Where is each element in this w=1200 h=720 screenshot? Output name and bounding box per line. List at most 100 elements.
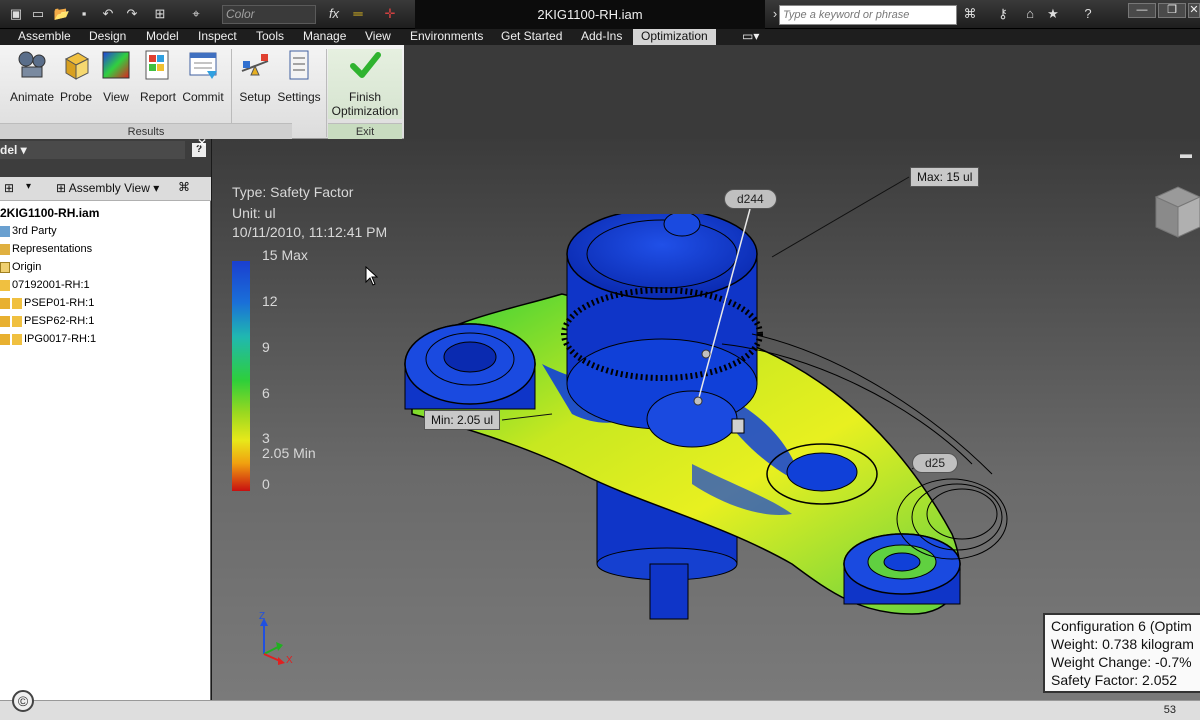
browser-title[interactable]: del ▾ — [0, 141, 185, 159]
document-title: 2KIG1100-RH.iam — [415, 0, 765, 29]
tab-get-started[interactable]: Get Started — [501, 29, 562, 45]
model-browser: del ▾ ? ✕ ⊞ ▾ ⊞ Assembly View ▾ ⌘ 2KIG11… — [0, 136, 211, 700]
probe-button[interactable]: Probe — [58, 49, 94, 119]
part-icon — [0, 279, 10, 291]
commit-button[interactable]: Commit — [180, 49, 226, 119]
help-icon[interactable]: ? — [1078, 5, 1098, 23]
tab-model[interactable]: Model — [146, 29, 179, 45]
tab-environments[interactable]: Environments — [410, 29, 483, 45]
navigation-bar-icon[interactable]: ▬ — [1180, 147, 1192, 161]
tab-manage[interactable]: Manage — [303, 29, 346, 45]
settings-icon — [289, 50, 309, 80]
minimize-button[interactable]: — — [1128, 3, 1156, 18]
chevron-down-icon[interactable]: ▾ — [26, 181, 31, 192]
close-button[interactable]: ✕ — [1188, 3, 1200, 18]
restore-button[interactable]: ❐ — [1158, 3, 1186, 18]
exit-panel-label: Exit — [328, 123, 402, 139]
finish-optimization-button[interactable]: Finish Optimization — [328, 49, 402, 119]
list-item[interactable]: Origin — [0, 259, 41, 276]
config-weight: Weight: 0.738 kilogram — [1051, 636, 1194, 652]
list-item[interactable]: 3rd Party — [0, 223, 57, 240]
config-weight-change: Weight Change: -0.7% — [1051, 654, 1192, 670]
subscription-icon[interactable]: ⌂ — [1020, 5, 1040, 23]
page-number: 53 — [1163, 704, 1176, 716]
list-item[interactable]: Representations — [0, 241, 92, 258]
list-item[interactable]: PSEP01-RH:1 — [0, 295, 94, 312]
panel-options-icon[interactable]: ▭▾ — [742, 29, 759, 45]
assembly-icon — [0, 315, 10, 327]
view-icon — [102, 51, 130, 79]
graphics-viewport[interactable]: Type: Safety Factor Unit: ul 10/11/2010,… — [212, 139, 1200, 700]
part-icon — [12, 315, 22, 327]
undo-icon[interactable]: ↶ — [98, 5, 118, 23]
save-icon[interactable]: ▪ — [74, 5, 94, 23]
ribbon-empty-area — [404, 45, 1200, 139]
color-dropdown[interactable]: Color — [222, 5, 316, 24]
tab-design[interactable]: Design — [89, 29, 126, 45]
report-button[interactable]: Report — [138, 49, 178, 119]
key-icon[interactable]: ⚷ — [993, 5, 1013, 23]
list-item[interactable]: PESP62-RH:1 — [0, 313, 94, 330]
fx-button[interactable]: fx — [324, 5, 344, 23]
quick-access-toolbar: ▣ ▭ 📂 ▪ ↶ ↷ ⊞ ⌖ Color fx ═ ✛ 2KIG1100-RH… — [0, 0, 1200, 29]
view-cube-icon[interactable] — [1152, 179, 1200, 239]
copyright-icon: © — [12, 690, 34, 712]
tab-optimization[interactable]: Optimization — [633, 29, 716, 45]
dimension-d244-label[interactable]: d244 — [724, 189, 777, 209]
commit-icon — [189, 52, 217, 79]
folder-icon — [0, 225, 10, 237]
open-folder-icon[interactable]: 📂 — [52, 5, 72, 23]
ribbon-tab-bar: Assemble Design Model Inspect Tools Mana… — [0, 29, 1200, 45]
assembly-icon — [0, 333, 10, 345]
redo-icon[interactable]: ↷ — [122, 5, 142, 23]
browser-toolbar: ⊞ ▾ ⊞ Assembly View ▾ ⌘ — [0, 177, 211, 201]
tab-view[interactable]: View — [365, 29, 391, 45]
results-panel-label: Results — [0, 123, 292, 139]
tab-tools[interactable]: Tools — [256, 29, 284, 45]
separator — [326, 49, 327, 137]
assembly-view-dropdown[interactable]: ⊞ Assembly View ▾ — [56, 181, 159, 195]
min-value-callout: Min: 2.05 ul — [424, 410, 501, 430]
probe-icon — [64, 52, 90, 80]
animate-icon — [18, 51, 46, 78]
find-binoculars-icon[interactable]: ⌘ — [178, 180, 190, 194]
view-button[interactable]: View — [98, 49, 134, 119]
triad-z-label: Z — [259, 611, 266, 622]
part-icon — [12, 297, 22, 309]
filter-icon[interactable]: ⊞ — [4, 181, 14, 195]
crosshair-icon[interactable]: ✛ — [380, 5, 400, 23]
tree-root[interactable]: 2KIG1100-RH.iam — [0, 205, 99, 222]
binoculars-icon[interactable]: ⌘ — [960, 5, 980, 23]
favorite-star-icon[interactable]: ★ — [1043, 5, 1063, 23]
animate-button[interactable]: Animate — [8, 49, 56, 119]
dimension-d25-label[interactable]: d25 — [912, 453, 959, 473]
new-file-icon[interactable]: ▭ — [28, 5, 48, 23]
config-name: Configuration 6 (Optim — [1051, 618, 1192, 634]
app-menu-icon[interactable]: ▣ — [6, 5, 26, 23]
search-input[interactable]: Type a keyword or phrase — [779, 5, 957, 25]
ribbon: Animate Probe View Report Commit Setup S… — [0, 45, 1200, 139]
report-icon — [145, 50, 169, 80]
setup-button[interactable]: Setup — [236, 49, 274, 119]
list-item[interactable]: IPG0017-RH:1 — [0, 331, 96, 348]
browser-header: del ▾ ? ✕ — [0, 136, 211, 177]
tab-add-ins[interactable]: Add-Ins — [581, 29, 622, 45]
checkmark-icon — [350, 52, 381, 78]
folder-icon — [0, 243, 10, 255]
part-icon — [12, 333, 22, 345]
assembly-icon — [0, 297, 10, 309]
triad-x-label: X — [286, 655, 293, 666]
setup-icon — [241, 54, 269, 76]
browser-close-icon[interactable]: ✕ — [197, 136, 207, 150]
folder-icon — [0, 261, 10, 273]
configuration-summary: Configuration 6 (Optim Weight: 0.738 kil… — [1043, 613, 1200, 693]
settings-button[interactable]: Settings — [276, 49, 322, 119]
tab-inspect[interactable]: Inspect — [198, 29, 237, 45]
max-value-callout: Max: 15 ul — [910, 167, 980, 187]
measure-icon[interactable]: ═ — [348, 5, 368, 23]
list-item[interactable]: 07192001-RH:1 — [0, 277, 90, 294]
tab-assemble[interactable]: Assemble — [18, 29, 71, 45]
config-safety-factor: Safety Factor: 2.052 — [1051, 672, 1178, 688]
select-icon[interactable]: ⌖ — [186, 5, 206, 23]
update-icon[interactable]: ⊞ — [150, 5, 170, 23]
